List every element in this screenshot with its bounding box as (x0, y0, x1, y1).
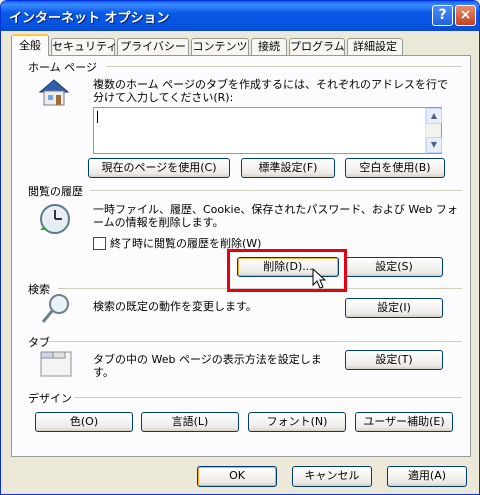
tab-strip: 全般 セキュリティ プライバシー コンテンツ 接続 プログラム 詳細設定 (11, 34, 471, 56)
home-page-url-input[interactable]: ▲ ▼ (93, 107, 442, 154)
tabbed-pages-icon (40, 351, 72, 377)
colors-button[interactable]: 色(O) (35, 412, 133, 432)
text-caret (97, 111, 98, 123)
design-group-label: デザイン (28, 392, 72, 405)
home-page-scrollbar[interactable]: ▲ ▼ (425, 108, 442, 153)
annotation-highlight-box (227, 249, 347, 292)
ok-button[interactable]: OK (197, 466, 277, 487)
history-settings-button[interactable]: 設定(S) (345, 257, 443, 277)
close-button[interactable]: × (455, 5, 476, 26)
design-divider (74, 397, 462, 398)
internet-options-window: インターネット オプション ? × 全般 セキュリティ プライバシー コンテンツ… (0, 0, 480, 495)
history-clock-icon (40, 204, 70, 234)
tabs-settings-button[interactable]: 設定(T) (345, 350, 443, 370)
apply-button[interactable]: 適用(A) (387, 466, 467, 487)
tabs-divider (48, 341, 462, 342)
help-button[interactable]: ? (432, 5, 453, 26)
home-page-group-label: ホーム ページ (28, 61, 97, 74)
tab-connections[interactable]: 接続 (251, 38, 287, 56)
mouse-pointer-icon (312, 268, 326, 289)
use-blank-button[interactable]: 空白を使用(B) (345, 158, 445, 178)
home-page-description: 複数のホーム ページのタブを作成するには、それぞれのアドレスを行で分けて入力して… (93, 78, 448, 104)
search-magnifier-icon (41, 294, 69, 323)
delete-on-exit-checkbox[interactable] (93, 237, 106, 250)
scroll-down-icon[interactable]: ▼ (426, 137, 442, 153)
tab-content[interactable]: コンテンツ (191, 38, 249, 56)
use-current-button[interactable]: 現在のページを使用(C) (88, 158, 230, 178)
history-group-label: 閲覧の履歴 (28, 185, 83, 198)
home-icon (38, 79, 70, 106)
languages-button[interactable]: 言語(L) (141, 412, 239, 432)
tab-privacy[interactable]: プライバシー (117, 38, 189, 56)
tab-general[interactable]: 全般 (11, 34, 49, 56)
tabs-description: タブの中の Web ページの表示方法を設定します。 (93, 353, 322, 379)
fonts-button[interactable]: フォント(N) (248, 412, 346, 432)
history-description: 一時ファイル、履歴、Cookie、保存されたパスワード、および Web フォーム… (93, 203, 458, 229)
window-title: インターネット オプション (9, 11, 170, 26)
accessibility-button[interactable]: ユーザー補助(E) (355, 412, 453, 432)
tab-security[interactable]: セキュリティ (51, 38, 117, 56)
search-settings-button[interactable]: 設定(I) (345, 298, 443, 318)
tabs-group-label: タブ (28, 336, 50, 349)
search-description: 検索の既定の動作を変更します。 (93, 300, 257, 313)
use-default-button[interactable]: 標準設定(F) (241, 158, 335, 178)
title-bar[interactable]: インターネット オプション ? × (1, 1, 479, 31)
tab-advanced[interactable]: 詳細設定 (347, 38, 403, 56)
home-page-divider (106, 66, 462, 67)
history-divider (90, 190, 462, 191)
scroll-up-icon[interactable]: ▲ (426, 108, 442, 124)
tab-programs[interactable]: プログラム (289, 38, 345, 56)
cancel-button[interactable]: キャンセル (292, 466, 372, 487)
